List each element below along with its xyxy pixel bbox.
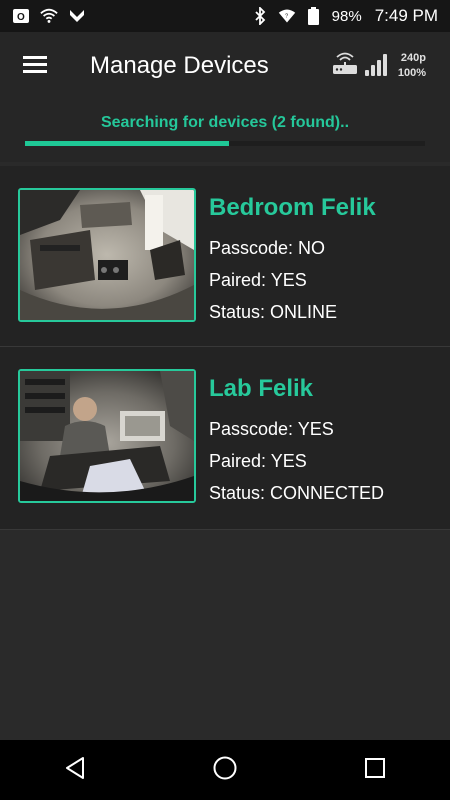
device-paired: Paired: YES	[209, 451, 307, 471]
svg-text:O: O	[17, 12, 25, 23]
recents-button[interactable]	[345, 740, 405, 800]
resolution-label: 240p	[400, 52, 426, 64]
system-nav-bar	[0, 740, 450, 800]
back-button[interactable]	[45, 740, 105, 800]
signal-bars-icon	[364, 51, 392, 82]
search-status-text: Searching for devices (2 found)..	[100, 114, 350, 131]
wifi-icon	[40, 7, 58, 25]
search-progress-bar	[25, 141, 425, 146]
device-list: Bedroom Felik Passcode: NO Paired: YES S…	[0, 166, 450, 530]
menu-button[interactable]	[0, 32, 70, 100]
search-status-panel: Searching for devices (2 found)..	[0, 100, 450, 162]
home-button[interactable]	[195, 740, 255, 800]
recents-square-icon	[364, 757, 386, 784]
outlook-icon: O	[12, 7, 30, 25]
home-circle-icon	[212, 755, 238, 786]
signal-percent: 100%	[397, 67, 426, 79]
device-item-bedroom-felik[interactable]: Bedroom Felik Passcode: NO Paired: YES S…	[0, 166, 450, 347]
bluetooth-icon	[251, 7, 269, 25]
device-paired: Paired: YES	[209, 270, 307, 290]
device-passcode: Passcode: YES	[209, 419, 334, 439]
page-title: Manage Devices	[90, 52, 269, 79]
search-progress-fill	[25, 141, 229, 146]
wifi-signal-icon: ?	[278, 7, 296, 25]
battery-icon	[305, 7, 323, 25]
device-status: Status: CONNECTED	[209, 483, 385, 503]
svg-text:?: ?	[285, 14, 288, 20]
device-passcode: Passcode: NO	[209, 238, 326, 258]
check-icon	[68, 7, 86, 25]
device-status: Status: ONLINE	[209, 302, 338, 322]
device-item-lab-felik[interactable]: Lab Felik Passcode: YES Paired: YES Stat…	[0, 347, 450, 530]
device-name: Bedroom Felik	[209, 194, 376, 221]
router-icon	[332, 52, 358, 81]
status-bar: O ? 98% 7:49 PM	[0, 0, 450, 32]
device-name: Lab Felik	[209, 375, 314, 402]
hamburger-icon	[23, 55, 47, 78]
battery-percent: 98%	[331, 7, 362, 25]
camera-preview-thumbnail	[18, 369, 196, 503]
app-bar: Manage Devices 240p 100%	[0, 32, 450, 100]
camera-preview-thumbnail	[18, 188, 196, 322]
clock: 7:49 PM	[374, 6, 438, 25]
back-triangle-icon	[64, 756, 86, 785]
